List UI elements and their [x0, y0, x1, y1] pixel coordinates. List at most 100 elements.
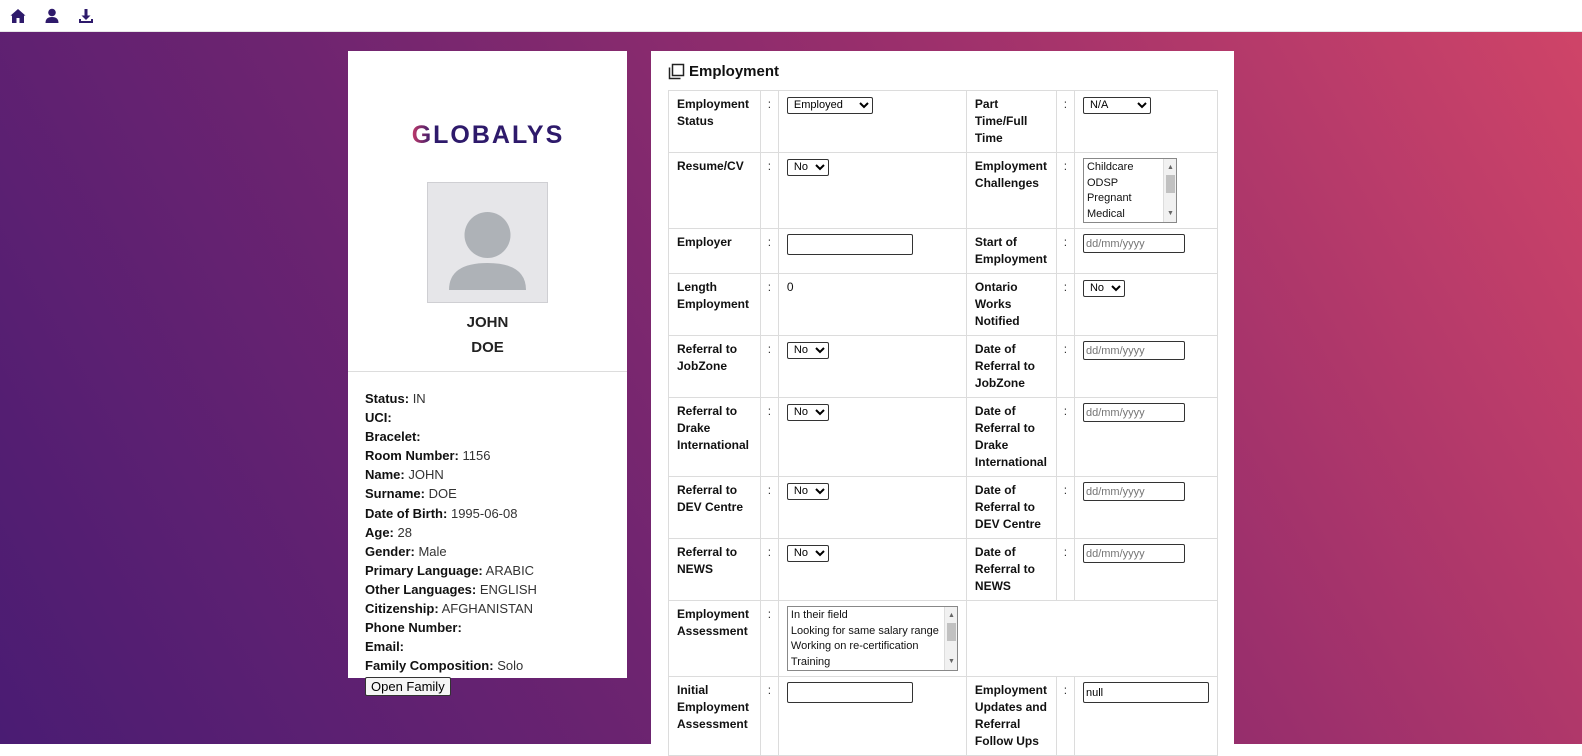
copy-icon: [668, 63, 685, 80]
colon: :: [1055, 152, 1075, 229]
colon: :: [759, 397, 779, 477]
scroll-up-icon[interactable]: ▲: [945, 608, 957, 624]
form-row: Employer : Start of Employment :: [668, 228, 1219, 274]
colon: :: [759, 228, 779, 274]
logo-graphic: GLOBALYS: [411, 121, 564, 149]
form-row: Referral to JobZone : No Date of Referra…: [668, 335, 1219, 398]
profile-details: Status: IN UCI: Bracelet: Room Number: 1…: [365, 389, 615, 697]
colon: :: [1055, 90, 1075, 153]
profile-name: JOHN DOE: [348, 310, 627, 360]
scroll-down-icon[interactable]: ▼: [945, 654, 957, 670]
open-family-button[interactable]: Open Family: [365, 677, 451, 697]
jobzone-date-input[interactable]: [1082, 341, 1185, 360]
length-employment-value: 0: [777, 273, 967, 336]
colon: :: [1055, 228, 1075, 274]
colon: :: [759, 476, 779, 539]
user-icon[interactable]: [43, 7, 61, 25]
listbox-scrollbar[interactable]: ▲ ▼: [1162, 159, 1176, 222]
news-label: Referral to NEWS: [668, 538, 761, 601]
dev-centre-date-input[interactable]: [1082, 482, 1185, 501]
initial-assessment-input[interactable]: [786, 682, 913, 703]
list-option[interactable]: ODSP: [1087, 176, 1173, 192]
detail-surname: Surname: DOE: [365, 486, 457, 502]
employment-status-select[interactable]: Employed: [786, 96, 873, 114]
detail-gender: Gender: Male: [365, 543, 447, 559]
employment-updates-input[interactable]: [1082, 682, 1209, 703]
scroll-thumb[interactable]: [1165, 175, 1175, 193]
top-navbar: [0, 0, 1582, 32]
part-time-select[interactable]: N/A: [1082, 96, 1151, 114]
scroll-up-icon[interactable]: ▲: [1164, 160, 1176, 176]
start-of-employment-date-input[interactable]: [1082, 234, 1185, 253]
colon: :: [759, 538, 779, 601]
list-option[interactable]: Working on re-certification: [791, 639, 954, 655]
employer-input[interactable]: [786, 234, 913, 255]
part-time-label: Part Time/Full Time: [965, 90, 1057, 153]
news-date-input[interactable]: [1082, 544, 1185, 563]
colon: :: [759, 273, 779, 336]
svg-text:GLOBALYS: GLOBALYS: [411, 121, 564, 147]
employment-assessment-listbox[interactable]: In their field Looking for same salary r…: [786, 606, 958, 671]
list-option[interactable]: Childcare: [1087, 160, 1173, 176]
colon: :: [759, 152, 779, 229]
employment-challenges-label: Employment Challenges: [965, 152, 1057, 229]
detail-phone: Phone Number:: [365, 620, 462, 636]
list-option[interactable]: Pregnant: [1087, 191, 1173, 207]
form-row: Referral to NEWS : No Date of Referral t…: [668, 538, 1219, 601]
ontario-works-select[interactable]: No: [1082, 279, 1125, 297]
avatar-placeholder-icon: [449, 212, 526, 290]
jobzone-select[interactable]: No: [786, 341, 829, 359]
jobzone-date-label: Date of Referral to JobZone: [965, 335, 1057, 398]
drake-date-label: Date of Referral to Drake International: [965, 397, 1057, 477]
detail-age: Age: 28: [365, 524, 412, 540]
detail-citizenship: Citizenship: AFGHANISTAN: [365, 601, 534, 617]
detail-bracelet: Bracelet:: [365, 429, 421, 445]
home-icon[interactable]: [9, 7, 27, 25]
scroll-down-icon[interactable]: ▼: [1164, 206, 1176, 222]
detail-email: Email:: [365, 639, 405, 655]
avatar: [427, 182, 548, 303]
form-row: Referral to DEV Centre : No Date of Refe…: [668, 476, 1219, 539]
employment-panel: Employment Employment Status : Employed …: [651, 51, 1234, 756]
dev-centre-date-label: Date of Referral to DEV Centre: [965, 476, 1057, 539]
dev-centre-select[interactable]: No: [786, 482, 829, 500]
detail-primary-language: Primary Language: ARABIC: [365, 562, 535, 578]
employment-title-text: Employment: [689, 63, 780, 80]
detail-dob: Date of Birth: 1995-06-08: [365, 505, 518, 521]
detail-status: Status: IN: [365, 391, 426, 406]
news-select[interactable]: No: [786, 544, 829, 562]
news-date-label: Date of Referral to NEWS: [965, 538, 1057, 601]
list-option[interactable]: Medical: [1087, 207, 1173, 223]
list-option[interactable]: Training: [791, 655, 954, 671]
drake-date-input[interactable]: [1082, 403, 1185, 422]
length-employment-label: Length Employment: [668, 273, 761, 336]
detail-room-number: Room Number: 1156: [365, 448, 491, 464]
colon: :: [1055, 397, 1075, 477]
last-name: DOE: [471, 339, 504, 356]
detail-name: Name: JOHN: [365, 467, 444, 483]
download-icon[interactable]: [77, 7, 95, 25]
form-row: Length Employment : 0 Ontario Works Noti…: [668, 273, 1219, 336]
first-name: JOHN: [466, 314, 509, 331]
resume-select[interactable]: No: [786, 158, 829, 176]
jobzone-label: Referral to JobZone: [668, 335, 761, 398]
form-row: Employment Status : Employed Part Time/F…: [668, 90, 1219, 153]
form-row: Referral to Drake International : No Dat…: [668, 397, 1219, 477]
colon: :: [1055, 273, 1075, 336]
detail-family-composition: Family Composition: Solo: [365, 658, 524, 674]
employment-challenges-listbox[interactable]: Childcare ODSP Pregnant Medical ▲ ▼: [1082, 158, 1177, 223]
list-option[interactable]: In their field: [791, 608, 954, 624]
colon: :: [1055, 476, 1075, 539]
employment-status-label: Employment Status: [668, 90, 761, 153]
list-option[interactable]: Looking for same salary range: [791, 624, 954, 640]
colon: :: [1055, 538, 1075, 601]
listbox-scrollbar[interactable]: ▲ ▼: [943, 607, 957, 670]
start-of-employment-label: Start of Employment: [965, 228, 1057, 274]
drake-select[interactable]: No: [786, 403, 829, 421]
employer-label: Employer: [668, 228, 761, 274]
colon: :: [759, 90, 779, 153]
scroll-thumb[interactable]: [946, 623, 956, 641]
detail-other-languages: Other Languages: ENGLISH: [365, 581, 537, 597]
colon: :: [1055, 335, 1075, 398]
drake-label: Referral to Drake International: [668, 397, 761, 477]
